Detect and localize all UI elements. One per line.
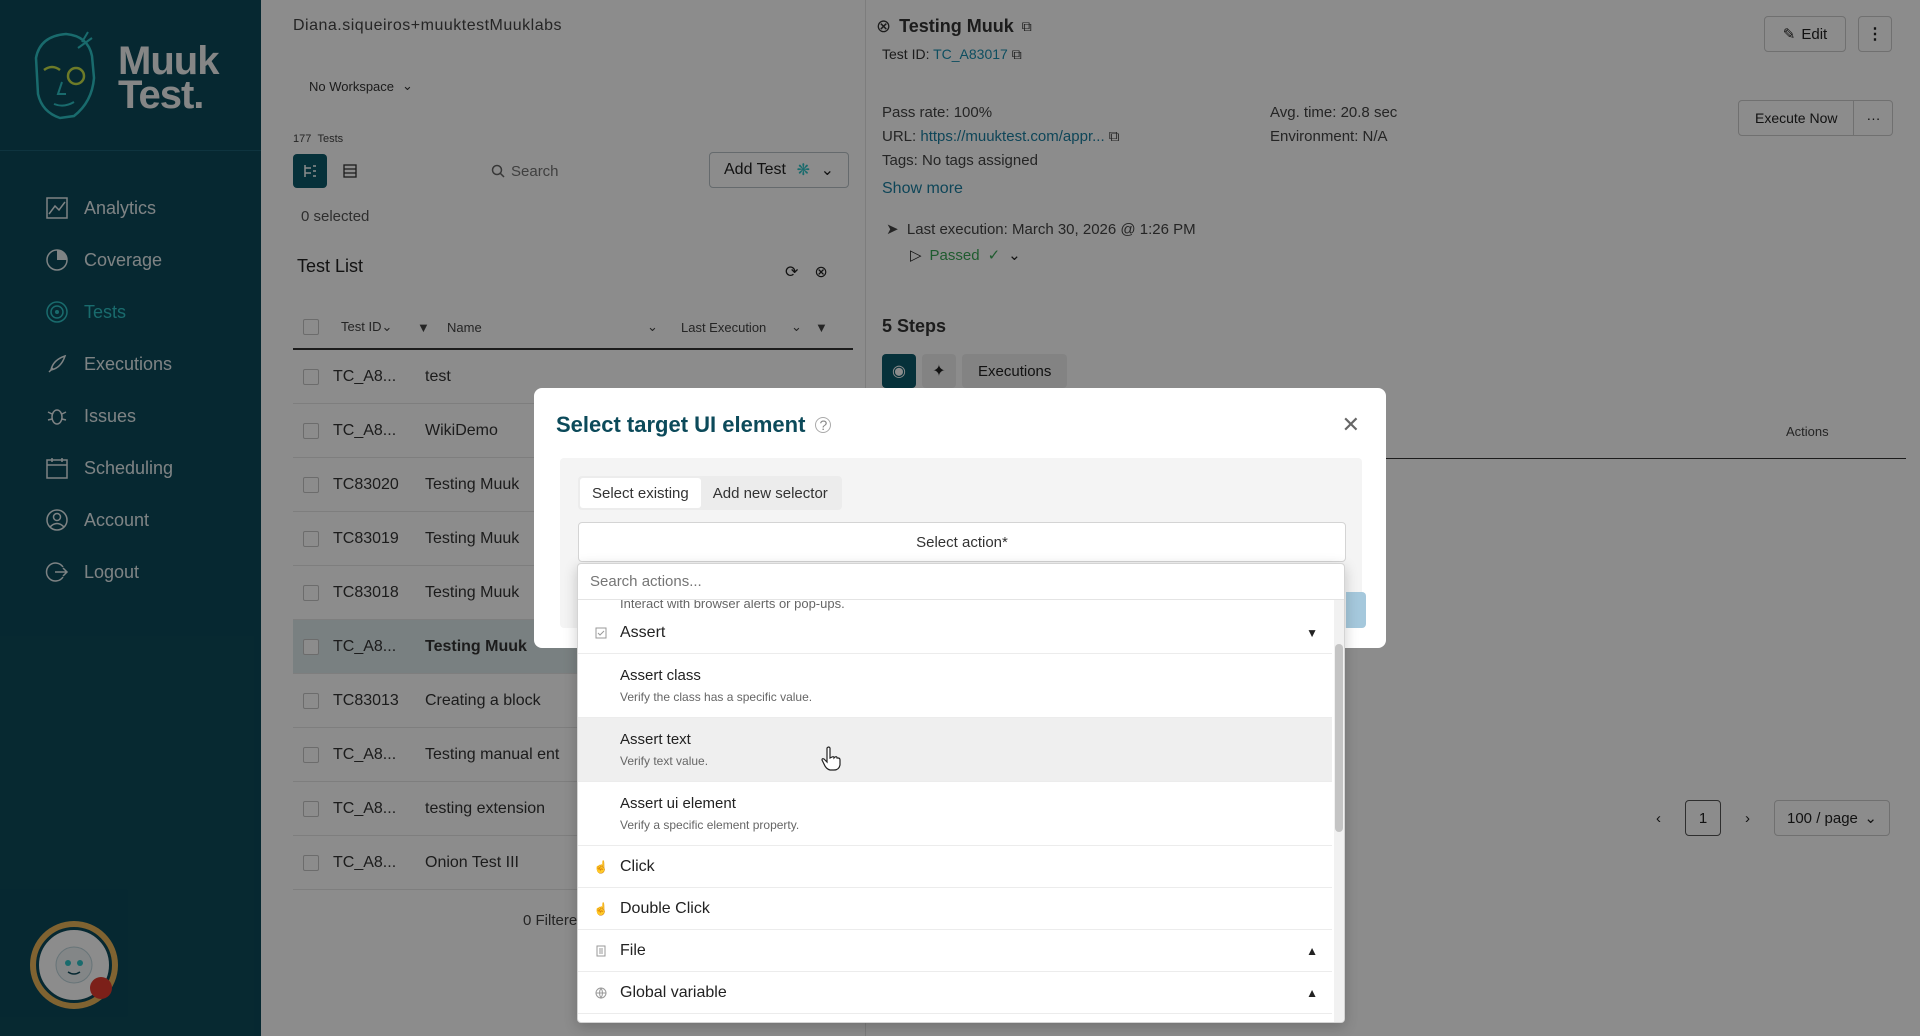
scrollbar-thumb[interactable] xyxy=(1335,644,1343,832)
action-dropdown-menu: Interact with browser alerts or pop-ups.… xyxy=(577,563,1345,1023)
option-assert-text[interactable]: Assert text Verify text value. xyxy=(578,718,1332,782)
chevron-up-icon: ▲ xyxy=(1306,943,1318,958)
option-label: Click xyxy=(620,857,655,875)
clipped-description: Interact with browser alerts or pop-ups. xyxy=(620,600,845,611)
option-description: Verify a specific element property. xyxy=(620,818,800,832)
option-title: Assert text xyxy=(620,731,691,748)
option-description: Verify the class has a specific value. xyxy=(620,690,813,704)
close-icon[interactable]: ✕ xyxy=(1342,412,1360,438)
select-action-dropdown[interactable]: Select action* xyxy=(578,522,1346,562)
group-label: Global variable xyxy=(620,983,727,1001)
option-double-click[interactable]: ☝ Double Click xyxy=(578,888,1332,930)
option-assert-class[interactable]: Assert class Verify the class has a spec… xyxy=(578,654,1332,718)
group-file[interactable]: File ▲ xyxy=(578,930,1332,972)
group-assert[interactable]: Assert ▼ xyxy=(578,612,1332,654)
tab-add-new-selector[interactable]: Add new selector xyxy=(701,478,840,508)
tab-select-existing[interactable]: Select existing xyxy=(580,478,701,508)
action-search[interactable] xyxy=(578,564,1344,600)
pointer-icon: ☝ xyxy=(593,901,609,916)
option-description: Verify text value. xyxy=(620,754,709,768)
option-assert-ui-element[interactable]: Assert ui element Verify a specific elem… xyxy=(578,782,1332,846)
option-title: Assert ui element xyxy=(620,795,736,812)
file-icon xyxy=(594,944,608,958)
checkbox-icon xyxy=(594,626,608,640)
option-label: Double Click xyxy=(620,899,710,917)
globe-icon xyxy=(594,986,608,1000)
help-icon[interactable]: ? xyxy=(815,417,832,433)
group-label: File xyxy=(620,941,646,959)
option-click[interactable]: ☝ Click xyxy=(578,846,1332,888)
group-label: Assert xyxy=(620,623,666,641)
modal-title: Select target UI element ? xyxy=(556,412,832,438)
selector-tabs: Select existing Add new selector xyxy=(578,476,842,510)
option-title: Assert class xyxy=(620,667,701,684)
chevron-up-icon: ▲ xyxy=(1306,985,1318,1000)
search-actions-input[interactable] xyxy=(590,573,1344,590)
chevron-down-icon: ▼ xyxy=(1306,625,1318,640)
confirm-button-edge[interactable] xyxy=(1346,592,1366,628)
pointer-icon: ☝ xyxy=(593,859,609,874)
dropdown-scrollbar[interactable] xyxy=(1334,600,1344,1022)
action-list: Interact with browser alerts or pop-ups.… xyxy=(578,600,1344,1022)
group-global-variable[interactable]: Global variable ▲ xyxy=(578,972,1332,1014)
hand-cursor-icon xyxy=(821,746,841,771)
